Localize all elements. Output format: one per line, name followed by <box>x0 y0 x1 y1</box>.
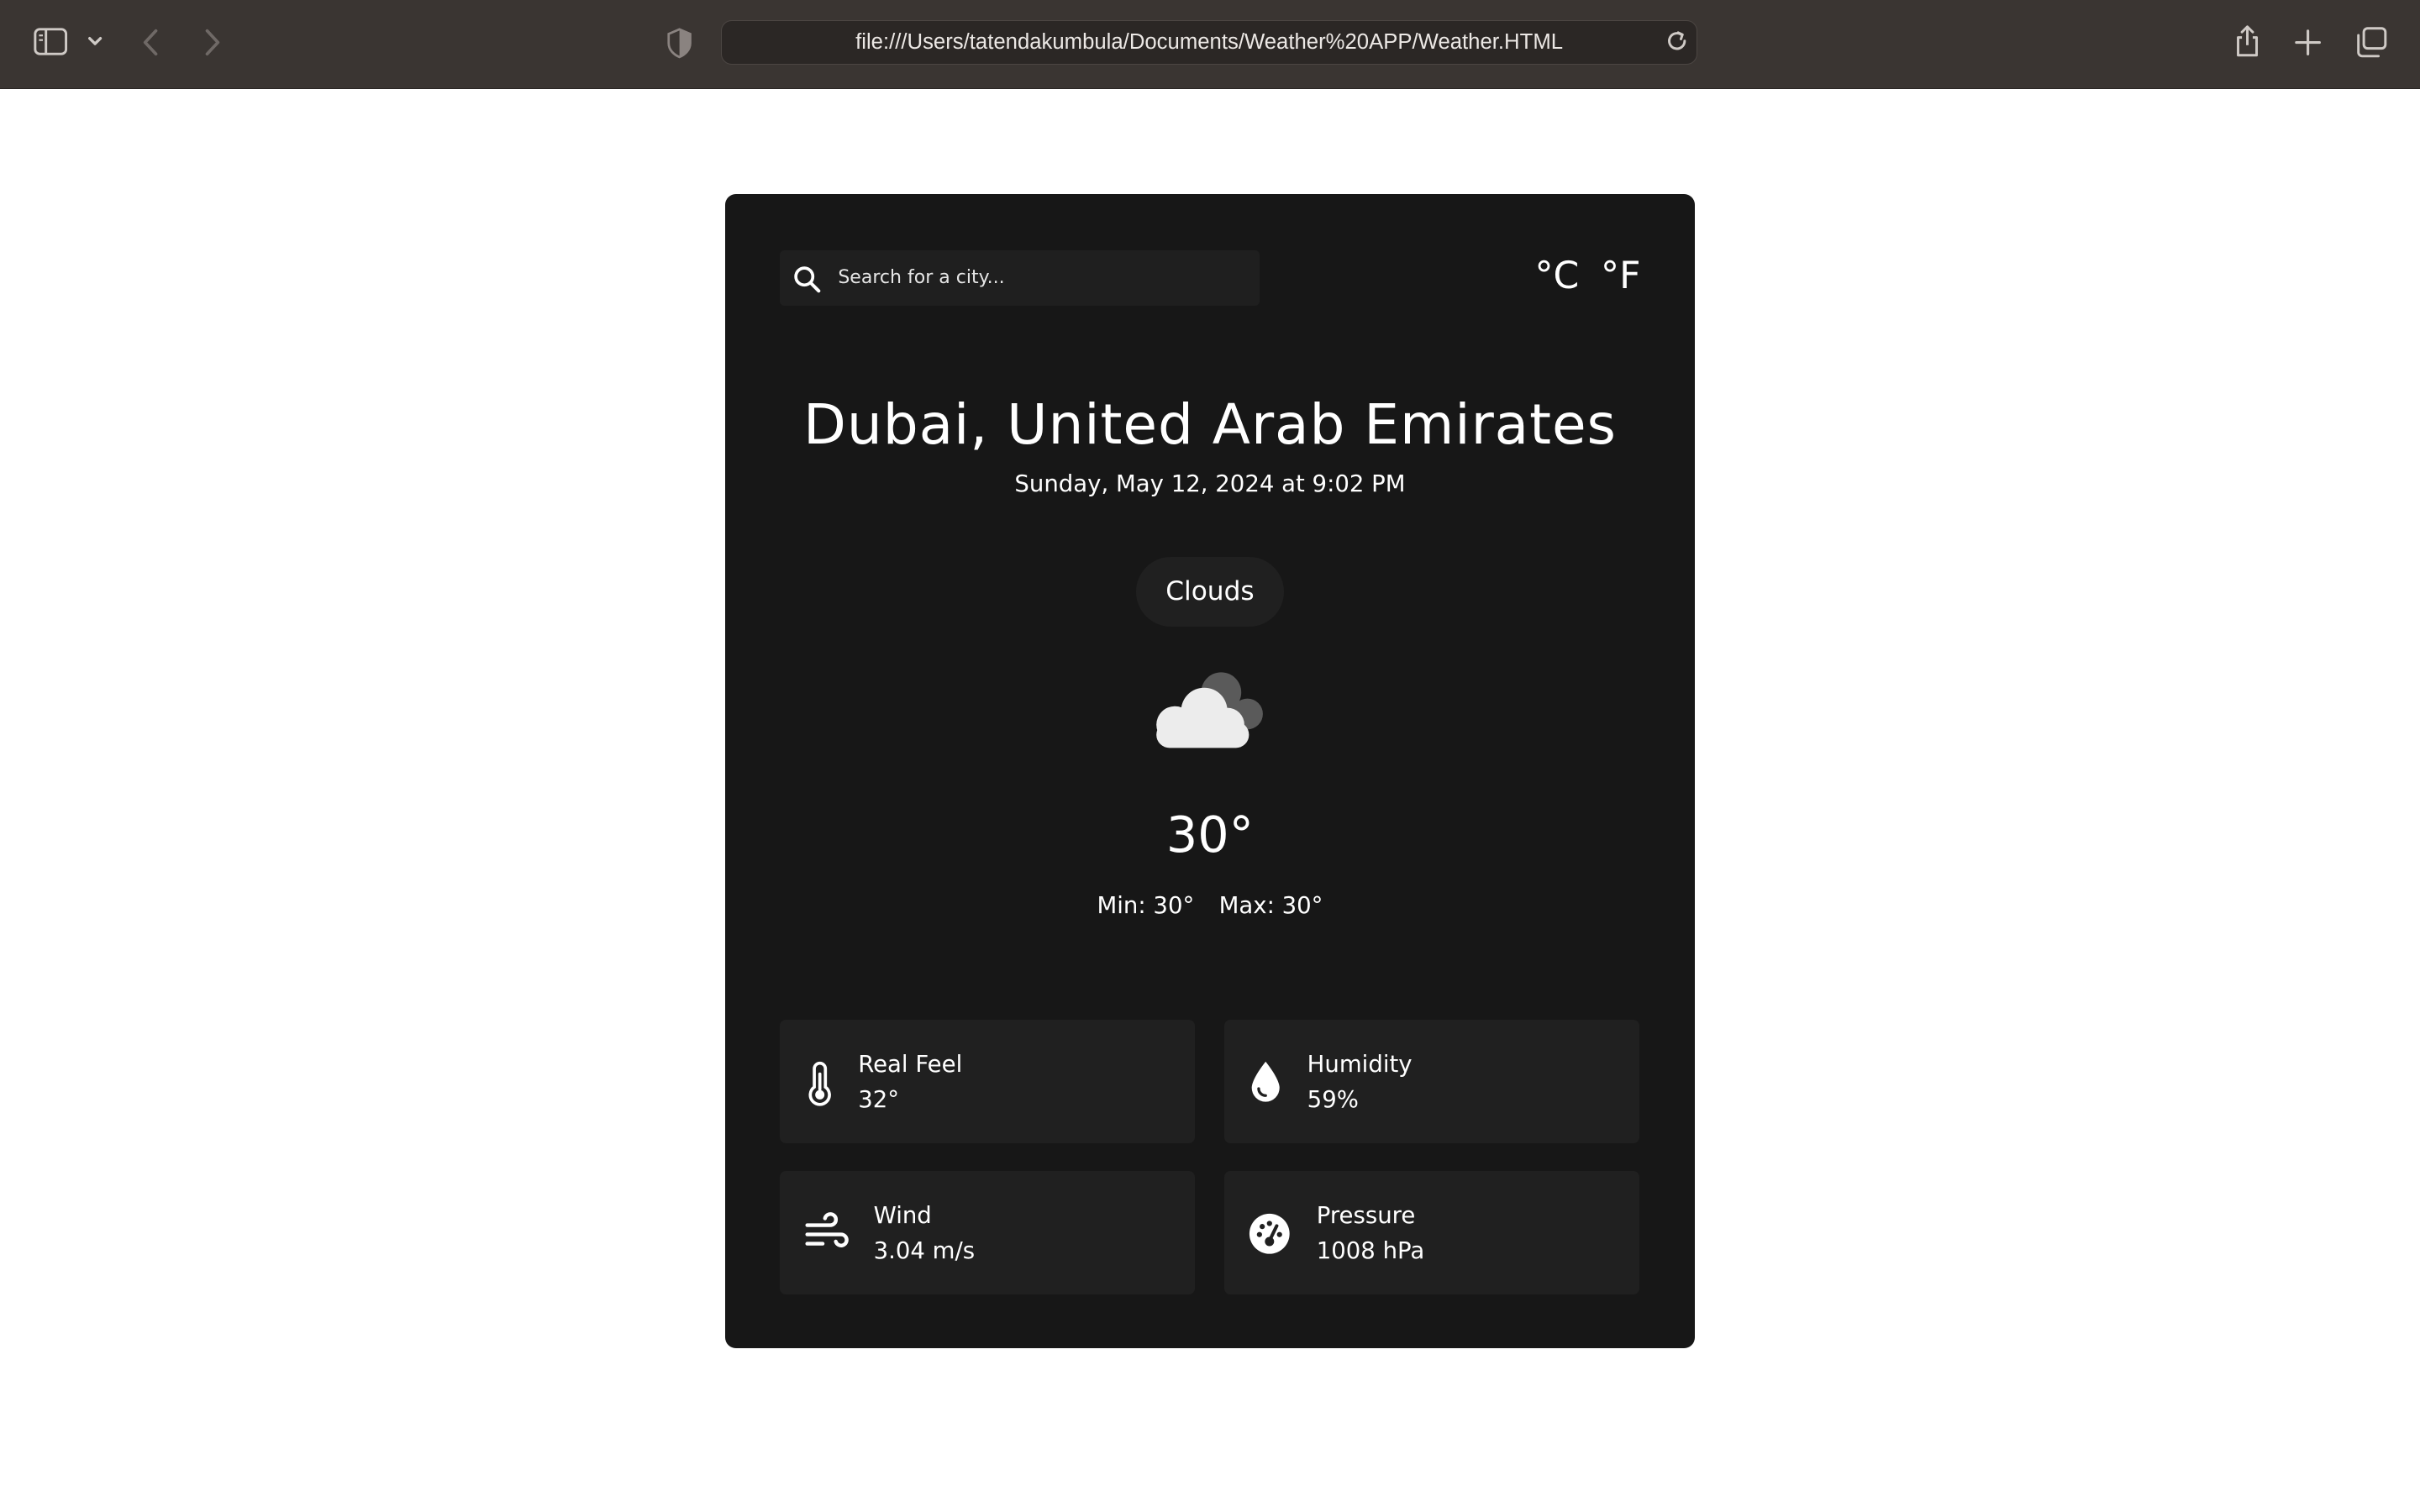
search-box[interactable] <box>779 249 1260 306</box>
humidity-tile: Humidity 59% <box>1223 1020 1639 1143</box>
droplet-icon <box>1249 1060 1282 1109</box>
min-temperature: Min: 30° <box>1097 891 1195 919</box>
shield-icon[interactable] <box>666 28 692 59</box>
plus-icon[interactable] <box>2295 29 2322 55</box>
address-bar[interactable]: file:///Users/tatendakumbula/Documents/W… <box>720 19 1698 66</box>
humidity-value: 59% <box>1307 1086 1359 1114</box>
pressure-value: 1008 hPa <box>1316 1237 1425 1265</box>
wind-label: Wind <box>873 1201 932 1229</box>
current-temperature: 30° <box>1165 805 1255 864</box>
fahrenheit-button[interactable]: °F <box>1601 250 1640 302</box>
sidebar-icon[interactable] <box>34 28 68 55</box>
reload-icon[interactable] <box>1665 29 1689 59</box>
real-feel-value: 32° <box>858 1086 900 1114</box>
unit-toggle: °C °F <box>1535 250 1641 302</box>
tabs-icon[interactable] <box>2355 26 2388 59</box>
forward-icon[interactable] <box>203 28 221 57</box>
real-feel-tile: Real Feel 32° <box>779 1020 1195 1143</box>
real-feel-label: Real Feel <box>858 1050 963 1078</box>
share-icon[interactable] <box>2233 24 2261 58</box>
search-icon[interactable] <box>793 265 821 299</box>
city-title: Dubai, United Arab Emirates <box>803 391 1617 457</box>
gauge-icon <box>1249 1213 1291 1261</box>
browser-toolbar: file:///Users/tatendakumbula/Documents/W… <box>0 0 2420 89</box>
thermometer-icon <box>808 1060 832 1112</box>
weather-condition-badge: Clouds <box>1135 557 1285 627</box>
clouds-icon <box>1149 666 1272 759</box>
url-text: file:///Users/tatendakumbula/Documents/W… <box>855 29 1564 54</box>
max-temperature: Max: 30° <box>1218 891 1323 919</box>
chevron-down-icon[interactable] <box>87 35 103 48</box>
date-time: Sunday, May 12, 2024 at 9:02 PM <box>1014 470 1406 498</box>
search-input[interactable] <box>838 262 1239 293</box>
wind-value: 3.04 m/s <box>873 1237 976 1265</box>
humidity-label: Humidity <box>1307 1050 1413 1078</box>
back-icon[interactable] <box>142 28 160 57</box>
weather-card: °C °F Dubai, United Arab Emirates Sunday… <box>725 194 1695 1349</box>
pressure-label: Pressure <box>1316 1201 1416 1229</box>
pressure-tile: Pressure 1008 hPa <box>1223 1171 1639 1294</box>
min-max-temperature: Min: 30° Max: 30° <box>725 892 1694 919</box>
wind-icon <box>804 1211 850 1260</box>
celsius-button[interactable]: °C <box>1535 250 1580 302</box>
wind-tile: Wind 3.04 m/s <box>779 1171 1195 1294</box>
